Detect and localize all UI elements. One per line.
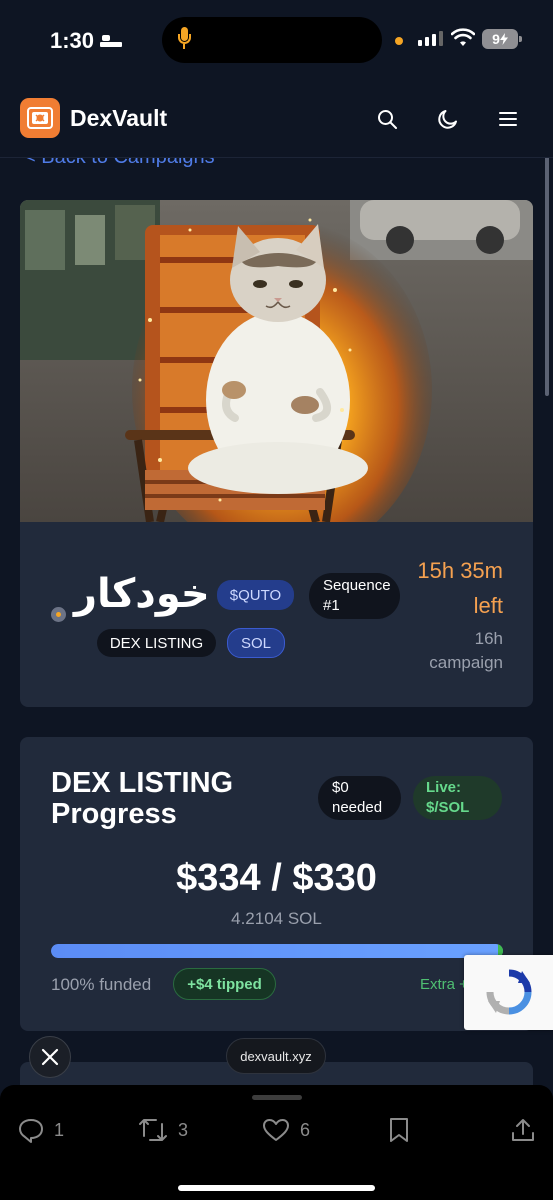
brand-name[interactable]: DexVault <box>70 105 167 132</box>
funded-label: 100% funded <box>51 975 152 994</box>
dex-listing-badge: DEX LISTING <box>97 629 216 657</box>
bookmark-icon <box>390 1118 408 1142</box>
time-left: 15h 35m left <box>417 553 503 623</box>
needed-badge: $0 needed <box>318 776 401 820</box>
menu-icon[interactable] <box>496 107 520 131</box>
status-time-group: 1:30 <box>50 28 123 54</box>
battery-level: 9 <box>492 31 500 47</box>
sequence-label: Sequence <box>323 577 391 594</box>
sequence-badge: Sequence #1 <box>309 573 400 619</box>
moon-icon[interactable] <box>436 107 460 131</box>
raised-amount: $334 / $330 <box>176 857 377 899</box>
reply-count: 1 <box>54 1119 65 1140</box>
sheet-handle[interactable] <box>252 1095 302 1100</box>
reply-button[interactable]: 1 <box>18 1117 64 1143</box>
campaign-image <box>20 200 533 522</box>
repost-count: 3 <box>178 1119 189 1140</box>
status-indicator-icon <box>51 607 66 622</box>
share-button[interactable] <box>510 1117 536 1143</box>
dexvault-logo-icon[interactable] <box>20 98 60 138</box>
ticker-label: $QUTO <box>229 586 282 604</box>
sol-amount: 4.2104 SOL <box>231 909 322 928</box>
extra-label: Extra + <box>420 976 468 993</box>
status-bar: 1:30 9 <box>0 0 553 82</box>
campaign-duration: 16h campaign <box>429 627 503 675</box>
app-header: DexVault <box>0 82 553 158</box>
scrollbar[interactable] <box>545 146 549 396</box>
campaign-title: خودكار <box>74 571 210 617</box>
recaptcha-badge[interactable] <box>464 955 553 1030</box>
live-badge: Live: $/SOL <box>413 776 502 820</box>
cellular-signal-icon <box>418 30 443 46</box>
reply-icon <box>19 1119 43 1143</box>
progress-bar <box>51 944 503 958</box>
dynamic-island <box>162 17 382 63</box>
like-button[interactable]: 6 <box>262 1117 310 1143</box>
needed-amount: $0 <box>332 779 349 796</box>
bookmark-button[interactable] <box>387 1117 411 1143</box>
like-count: 6 <box>300 1119 311 1140</box>
tipped-badge: +$4 tipped <box>173 968 276 1000</box>
time-left-value: 15h 35m <box>417 558 503 583</box>
status-time: 1:30 <box>50 28 95 53</box>
microphone-icon <box>178 27 191 53</box>
live-label: Live: <box>426 779 462 796</box>
battery-icon: 9 <box>482 29 522 49</box>
sleep-bed-icon <box>100 35 123 47</box>
chain-badge: SOL <box>227 628 285 658</box>
progress-bar-fill <box>51 944 503 958</box>
heart-icon <box>263 1119 289 1141</box>
dex-listing-label: DEX LISTING <box>109 634 204 652</box>
search-icon[interactable] <box>375 107 399 131</box>
close-icon <box>41 1048 59 1066</box>
progress-title: DEX LISTING Progress <box>51 768 233 830</box>
progress-title-line2: Progress <box>51 798 177 830</box>
repost-icon <box>139 1119 167 1141</box>
wifi-icon <box>451 28 475 46</box>
chain-label: SOL <box>240 634 271 652</box>
repost-button[interactable]: 3 <box>138 1117 188 1143</box>
charging-bolt-icon <box>499 33 508 45</box>
ticker-badge: $QUTO <box>217 580 294 610</box>
url-pill[interactable]: dexvault.xyz <box>226 1038 326 1074</box>
home-indicator[interactable] <box>178 1185 375 1191</box>
duration-suffix: campaign <box>429 653 503 672</box>
privacy-indicator-icon <box>395 37 403 45</box>
progress-title-line1: DEX LISTING <box>51 767 234 799</box>
duration-value: 16h <box>474 629 503 648</box>
close-button[interactable] <box>29 1036 71 1078</box>
needed-label: needed <box>332 799 383 816</box>
share-icon <box>512 1119 534 1141</box>
time-left-suffix: left <box>473 593 503 618</box>
sequence-number: #1 <box>323 597 340 614</box>
live-pair: $/SOL <box>426 799 470 816</box>
recaptcha-icon <box>486 969 532 1015</box>
